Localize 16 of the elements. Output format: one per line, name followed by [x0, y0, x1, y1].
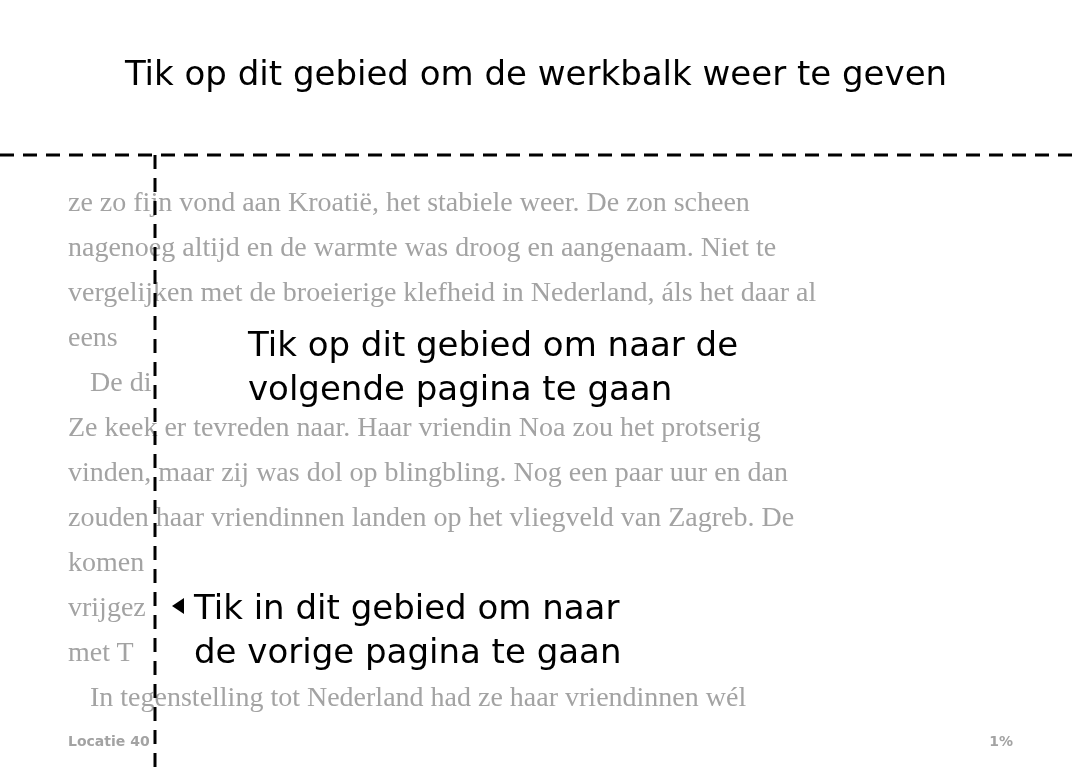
book-text-line: komen [68, 545, 145, 579]
arrow-left-icon [172, 598, 184, 614]
book-text-line: vrijgez [68, 590, 146, 624]
book-text-line: De di [89, 365, 152, 399]
book-text-line: In tegenstelling tot Nederland had ze haar vriendinnen wél [89, 680, 747, 714]
toolbar-hint: Tik op dit gebied om de werkbalk weer te geven [124, 51, 948, 95]
progress-percent: 1% [989, 733, 1013, 749]
book-text-line: vergelijken met de broeierige klefheid in Nederland, áls het daar al [68, 275, 817, 309]
previous-page-hint: Tik in dit gebied om naar de vorige pagina te gaan [194, 586, 623, 673]
book-text-line: eens [68, 320, 118, 354]
book-text-line: nagenoeg altijd en de warmte was droog en aangenaam. Niet te [68, 230, 777, 264]
location-label: Locatie 40 [68, 733, 150, 749]
book-text-line: met T [68, 635, 134, 669]
book-text-line: Ze keek er tevreden naar. Haar vriendin Noa zou het protserig [68, 410, 761, 444]
book-text-line: zouden haar vriendinnen landen op het vliegveld van Zagreb. De [68, 500, 795, 534]
book-text-line: vinden, maar zij was dol op blingbling. Nog een paar uur en dan [68, 455, 789, 489]
